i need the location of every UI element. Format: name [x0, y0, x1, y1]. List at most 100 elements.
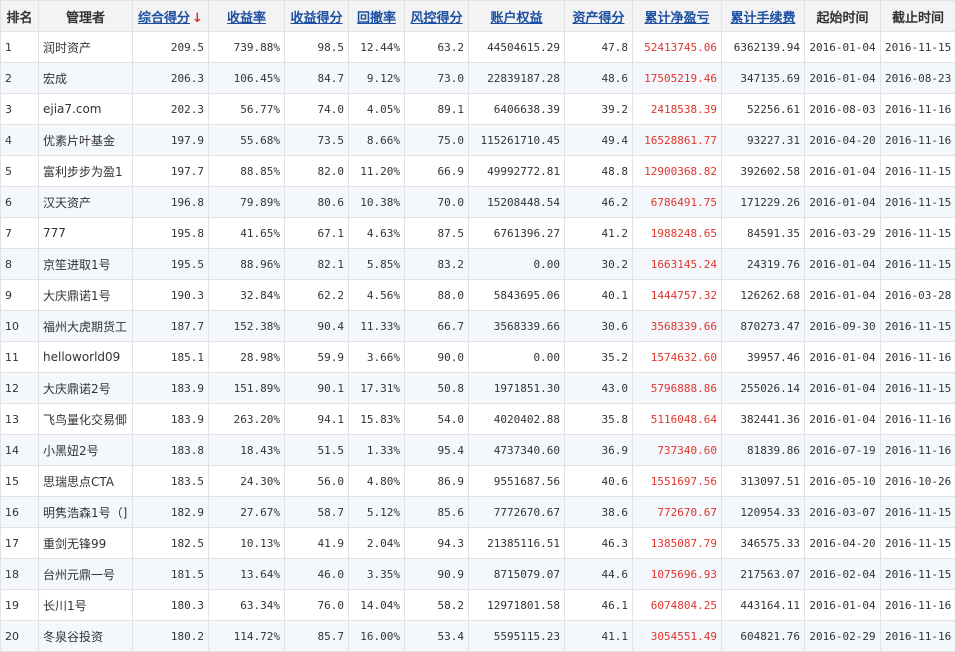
- cell-manager: 思瑞思点CTA: [39, 466, 133, 497]
- cell-risk-score: 94.3: [405, 528, 469, 559]
- cell-return-score: 59.9: [285, 342, 349, 373]
- cell-start: 2016-03-07: [805, 497, 881, 528]
- cell-drawdown: 1.33%: [349, 435, 405, 466]
- cell-risk-score: 66.9: [405, 156, 469, 187]
- column-header-return-score[interactable]: 收益得分: [285, 1, 349, 32]
- cell-score: 180.3: [133, 590, 209, 621]
- cell-net-pnl: 16528861.77: [633, 125, 722, 156]
- cell-asset-score: 36.9: [565, 435, 633, 466]
- cell-equity: 7772670.67: [469, 497, 565, 528]
- cell-return-score: 90.4: [285, 311, 349, 342]
- cell-rank: 20: [1, 621, 39, 652]
- cell-end: 2016-11-15: [881, 218, 955, 249]
- cell-end: 2016-11-15: [881, 497, 955, 528]
- cell-end: 2016-11-15: [881, 32, 955, 63]
- arrow-down-icon[interactable]: ↓: [192, 11, 203, 26]
- cell-return-score: 90.1: [285, 373, 349, 404]
- header-row: 排名管理者综合得分↓收益率收益得分回撤率风控得分账户权益资产得分累计净盈亏累计手…: [1, 1, 955, 32]
- cell-net-pnl: 1075696.93: [633, 559, 722, 590]
- cell-start: 2016-01-04: [805, 590, 881, 621]
- cell-fees: 126262.68: [722, 280, 805, 311]
- cell-risk-score: 66.7: [405, 311, 469, 342]
- column-header-return[interactable]: 收益率: [209, 1, 285, 32]
- cell-manager: helloworld09: [39, 342, 133, 373]
- cell-score: 197.7: [133, 156, 209, 187]
- column-header-asset-score[interactable]: 资产得分: [565, 1, 633, 32]
- column-header-label: 综合得分: [138, 11, 190, 26]
- cell-return-score: 84.7: [285, 63, 349, 94]
- cell-drawdown: 4.05%: [349, 94, 405, 125]
- column-header-drawdown[interactable]: 回撤率: [349, 1, 405, 32]
- column-header-label: 回撤率: [357, 11, 396, 26]
- cell-return: 55.68%: [209, 125, 285, 156]
- cell-equity: 4020402.88: [469, 404, 565, 435]
- cell-start: 2016-02-04: [805, 559, 881, 590]
- cell-drawdown: 2.04%: [349, 528, 405, 559]
- cell-score: 182.5: [133, 528, 209, 559]
- cell-return-score: 94.1: [285, 404, 349, 435]
- cell-drawdown: 12.44%: [349, 32, 405, 63]
- cell-equity: 44504615.29: [469, 32, 565, 63]
- cell-equity: 0.00: [469, 342, 565, 373]
- cell-score: 185.1: [133, 342, 209, 373]
- cell-equity: 3568339.66: [469, 311, 565, 342]
- cell-risk-score: 50.8: [405, 373, 469, 404]
- cell-drawdown: 5.12%: [349, 497, 405, 528]
- table-row: 4优素片叶基金197.955.68%73.58.66%75.0115261710…: [1, 125, 955, 156]
- cell-net-pnl: 6074804.25: [633, 590, 722, 621]
- cell-manager: 富利步步为盈1: [39, 156, 133, 187]
- table-row: 13飞鸟量化交易㑡183.9263.20%94.115.83%54.040204…: [1, 404, 955, 435]
- column-header-equity[interactable]: 账户权益: [469, 1, 565, 32]
- cell-fees: 346575.33: [722, 528, 805, 559]
- cell-risk-score: 90.9: [405, 559, 469, 590]
- cell-manager: 台州元鼎一号: [39, 559, 133, 590]
- cell-risk-score: 95.4: [405, 435, 469, 466]
- cell-return: 263.20%: [209, 404, 285, 435]
- cell-net-pnl: 772670.67: [633, 497, 722, 528]
- cell-return: 13.64%: [209, 559, 285, 590]
- column-header-label: 管理者: [66, 11, 105, 26]
- cell-drawdown: 11.20%: [349, 156, 405, 187]
- cell-fees: 313097.51: [722, 466, 805, 497]
- cell-rank: 13: [1, 404, 39, 435]
- cell-manager: 重剑无锋99: [39, 528, 133, 559]
- cell-asset-score: 46.1: [565, 590, 633, 621]
- column-header-risk-score[interactable]: 风控得分: [405, 1, 469, 32]
- cell-start: 2016-01-04: [805, 249, 881, 280]
- cell-score: 180.2: [133, 621, 209, 652]
- cell-return: 63.34%: [209, 590, 285, 621]
- cell-start: 2016-01-04: [805, 32, 881, 63]
- cell-drawdown: 8.66%: [349, 125, 405, 156]
- cell-score: 195.8: [133, 218, 209, 249]
- column-header-net-pnl[interactable]: 累计净盈亏: [633, 1, 722, 32]
- cell-return: 10.13%: [209, 528, 285, 559]
- cell-equity: 115261710.45: [469, 125, 565, 156]
- column-header-score[interactable]: 综合得分↓: [133, 1, 209, 32]
- cell-return-score: 85.7: [285, 621, 349, 652]
- cell-risk-score: 83.2: [405, 249, 469, 280]
- cell-net-pnl: 52413745.06: [633, 32, 722, 63]
- cell-fees: 93227.31: [722, 125, 805, 156]
- cell-asset-score: 43.0: [565, 373, 633, 404]
- cell-manager: ejia7.com: [39, 94, 133, 125]
- cell-score: 209.5: [133, 32, 209, 63]
- table-row: 20冬泉谷投资180.2114.72%85.716.00%53.45595115…: [1, 621, 955, 652]
- cell-start: 2016-01-04: [805, 156, 881, 187]
- cell-risk-score: 73.0: [405, 63, 469, 94]
- cell-fees: 6362139.94: [722, 32, 805, 63]
- cell-fees: 24319.76: [722, 249, 805, 280]
- cell-return: 24.30%: [209, 466, 285, 497]
- table-header: 排名管理者综合得分↓收益率收益得分回撤率风控得分账户权益资产得分累计净盈亏累计手…: [1, 1, 955, 32]
- cell-end: 2016-10-26: [881, 466, 955, 497]
- cell-risk-score: 53.4: [405, 621, 469, 652]
- cell-return: 106.45%: [209, 63, 285, 94]
- table-body: 1润时资产209.5739.88%98.512.44%63.244504615.…: [1, 32, 955, 652]
- cell-start: 2016-04-20: [805, 528, 881, 559]
- column-header-fees[interactable]: 累计手续费: [722, 1, 805, 32]
- cell-risk-score: 86.9: [405, 466, 469, 497]
- cell-fees: 217563.07: [722, 559, 805, 590]
- cell-drawdown: 4.80%: [349, 466, 405, 497]
- cell-end: 2016-11-15: [881, 559, 955, 590]
- cell-net-pnl: 1663145.24: [633, 249, 722, 280]
- cell-asset-score: 47.8: [565, 32, 633, 63]
